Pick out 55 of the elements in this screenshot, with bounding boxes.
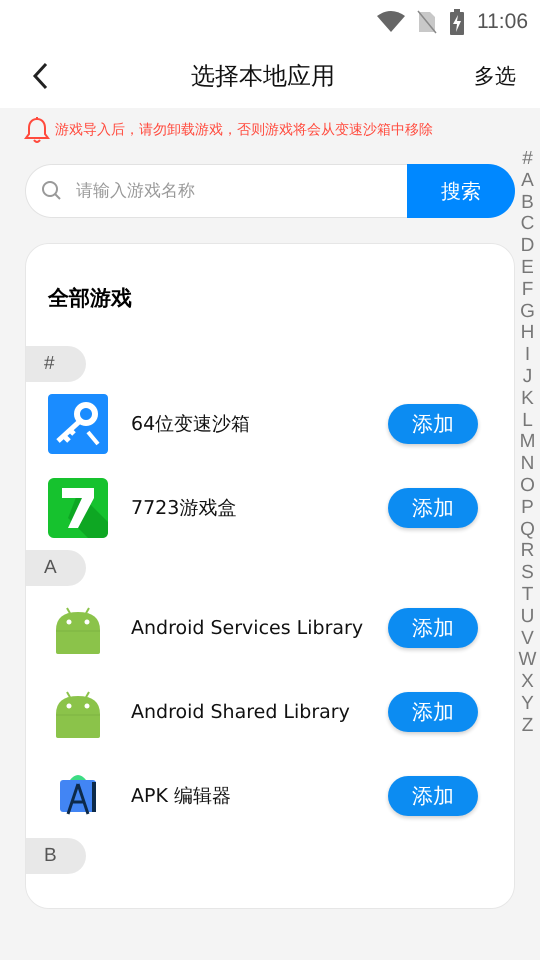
section-title: 全部游戏 — [46, 285, 133, 312]
add-button[interactable]: 添加 — [388, 776, 478, 816]
letter-header: A — [26, 550, 86, 586]
index-letter[interactable]: E — [521, 256, 534, 279]
index-letter[interactable]: L — [522, 410, 533, 432]
index-letter[interactable]: T — [522, 584, 534, 606]
search-field[interactable]: 请输入游戏名称 — [25, 164, 407, 218]
index-letter[interactable]: D — [520, 235, 534, 257]
add-button[interactable]: 添加 — [388, 404, 478, 444]
index-letter[interactable]: V — [521, 628, 534, 650]
app-name: Android Shared Library — [131, 701, 351, 723]
index-letter[interactable]: P — [521, 496, 534, 519]
bell-icon — [24, 116, 50, 144]
add-button[interactable]: 添加 — [388, 488, 478, 528]
key-app-icon — [48, 394, 108, 454]
index-letter[interactable]: R — [520, 540, 534, 562]
index-letter[interactable]: S — [521, 562, 534, 584]
index-letter[interactable]: W — [518, 649, 536, 672]
index-letter[interactable]: K — [521, 388, 534, 410]
index-letter[interactable]: # — [522, 148, 533, 170]
clock: 11:06 — [477, 10, 528, 34]
index-letter[interactable]: B — [521, 192, 534, 214]
add-button[interactable]: 添加 — [388, 608, 478, 648]
index-letter[interactable]: C — [520, 213, 534, 236]
index-letter[interactable]: A — [521, 170, 534, 192]
index-letter[interactable]: Y — [521, 692, 534, 715]
index-letter[interactable]: N — [520, 453, 534, 475]
battery-icon — [449, 9, 465, 35]
no-sim-icon — [417, 10, 437, 34]
index-letter[interactable]: Q — [520, 518, 535, 540]
wifi-icon — [377, 11, 405, 33]
game-box-icon — [48, 478, 108, 538]
app-name: Android Services Library — [131, 617, 364, 639]
letter-header: B — [26, 838, 86, 874]
search-button[interactable]: 搜索 — [407, 164, 515, 218]
warning-text: 游戏导入后，请勿卸载游戏，否则游戏将会从变速沙箱中移除 — [55, 121, 433, 139]
index-letter[interactable]: I — [524, 344, 530, 366]
index-letter[interactable]: M — [520, 431, 536, 454]
back-icon — [32, 62, 48, 90]
index-letter[interactable]: H — [520, 322, 534, 344]
app-name: APK 编辑器 — [131, 784, 232, 809]
index-letter[interactable]: X — [521, 671, 534, 693]
letter-header: # — [26, 346, 86, 382]
index-letter[interactable]: O — [520, 474, 535, 497]
index-letter[interactable]: J — [522, 366, 532, 388]
search-icon — [41, 180, 63, 202]
app-name: 64位变速沙箱 — [131, 412, 252, 437]
index-letter[interactable]: F — [522, 278, 534, 301]
page-title: 选择本地应用 — [191, 61, 335, 92]
add-button[interactable]: 添加 — [388, 692, 478, 732]
app-name: 7723游戏盒 — [131, 496, 238, 521]
index-letter[interactable]: U — [520, 606, 534, 628]
index-letter[interactable]: G — [520, 300, 535, 322]
index-letter[interactable]: Z — [522, 714, 534, 737]
multi-select-button[interactable]: 多选 — [474, 62, 516, 90]
